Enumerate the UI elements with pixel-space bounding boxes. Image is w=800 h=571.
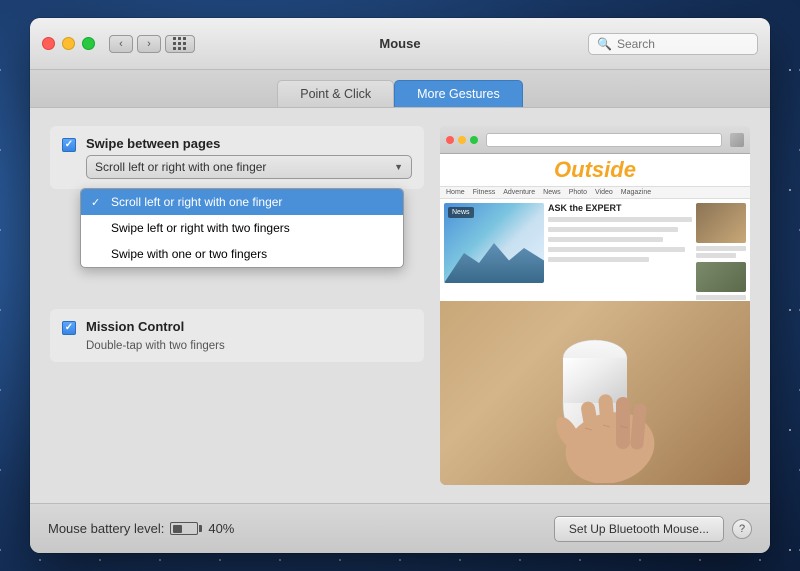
mag-header: Outside	[440, 154, 750, 187]
grid-button[interactable]	[165, 35, 195, 53]
mag-nav: Home Fitness Adventure News Photo Video …	[440, 187, 750, 199]
dropdown-option-1[interactable]: ✓ Scroll left or right with one finger	[81, 189, 403, 215]
bottom-buttons: Set Up Bluetooth Mouse... ?	[554, 516, 752, 542]
titlebar: ‹ › Mouse 🔍	[30, 18, 770, 70]
window-title: Mouse	[379, 36, 420, 51]
mag-title: Outside	[554, 157, 636, 183]
mag-body: News ASK the EXPERT	[440, 199, 750, 301]
content-area: ✓ Swipe between pages Scroll left or rig…	[30, 108, 770, 503]
zoom-button[interactable]	[82, 37, 95, 50]
browser-close	[446, 136, 454, 144]
text-line-2	[548, 227, 678, 232]
swipe-checkbox-wrapper: ✓	[62, 138, 76, 152]
setup-bluetooth-button[interactable]: Set Up Bluetooth Mouse...	[554, 516, 724, 542]
browser-content: Outside Home Fitness Adventure News Phot…	[440, 154, 750, 301]
swipe-row: ✓ Swipe between pages Scroll left or rig…	[62, 136, 412, 179]
bottom-bar: Mouse battery level: 40% Set Up Bluetoot…	[30, 503, 770, 553]
battery-group: Mouse battery level: 40%	[48, 521, 234, 536]
text-line-5	[548, 257, 649, 262]
swipe-section: ✓ Swipe between pages Scroll left or rig…	[50, 126, 424, 189]
battery-body	[170, 522, 198, 535]
sidebar-image-2	[696, 262, 746, 292]
browser-zoom	[470, 136, 478, 144]
mag-news-badge: News	[448, 207, 474, 218]
text-line-3	[548, 237, 663, 242]
nav-photo: Photo	[567, 189, 589, 196]
swipe-label-group: Swipe between pages Scroll left or right…	[86, 136, 412, 179]
search-input[interactable]	[617, 37, 749, 51]
checkbox-check-icon: ✓	[65, 140, 73, 150]
mission-subtitle: Double-tap with two fingers	[86, 340, 412, 352]
battery-label: Mouse battery level:	[48, 521, 164, 536]
forward-button[interactable]: ›	[137, 35, 161, 53]
mag-text-col: ASK the EXPERT	[548, 203, 692, 301]
sidebar-text-2	[696, 253, 736, 258]
browser-url-bar	[486, 133, 722, 147]
dropdown-option-2[interactable]: Swipe left or right with two fingers	[81, 215, 403, 241]
battery-tip	[199, 525, 202, 532]
browser-preview: Outside Home Fitness Adventure News Phot…	[440, 126, 750, 301]
browser-btn	[730, 133, 744, 147]
mission-label-group: Mission Control Double-tap with two fing…	[86, 319, 412, 352]
nav-video: Video	[593, 189, 615, 196]
browser-min	[458, 136, 466, 144]
dropdown-option-3[interactable]: Swipe with one or two fingers	[81, 241, 403, 267]
grid-icon	[173, 37, 187, 51]
tab-more-gestures[interactable]: More Gestures	[394, 80, 523, 107]
help-button[interactable]: ?	[732, 519, 752, 539]
battery-icon	[170, 522, 202, 535]
minimize-button[interactable]	[62, 37, 75, 50]
main-window: ‹ › Mouse 🔍 Point & Click More Gestures	[30, 18, 770, 553]
traffic-lights	[42, 37, 95, 50]
swipe-title: Swipe between pages	[86, 136, 412, 151]
mag-sidebar-col	[696, 203, 746, 301]
option-3-label: Swipe with one or two fingers	[111, 247, 267, 261]
mission-check-icon: ✓	[65, 323, 73, 333]
nav-buttons: ‹ ›	[109, 35, 161, 53]
swipe-checkbox[interactable]: ✓	[62, 138, 76, 152]
mag-hero-image: News	[444, 203, 544, 283]
text-line-1	[548, 217, 692, 222]
battery-fill	[173, 525, 182, 533]
mouse-image-area	[440, 301, 750, 485]
option-2-label: Swipe left or right with two fingers	[111, 221, 290, 235]
tabs-area: Point & Click More Gestures	[30, 70, 770, 108]
sidebar-text-3	[696, 295, 746, 300]
battery-percent: 40%	[208, 521, 234, 536]
mission-section: ✓ Mission Control Double-tap with two fi…	[50, 309, 424, 362]
mission-checkbox[interactable]: ✓	[62, 321, 76, 335]
browser-bar	[440, 126, 750, 154]
sidebar-image-1	[696, 203, 746, 243]
swipe-dropdown[interactable]: Scroll left or right with one finger ▼	[86, 155, 412, 179]
mission-row: ✓ Mission Control Double-tap with two fi…	[62, 319, 412, 352]
nav-home: Home	[444, 189, 467, 196]
nav-adventure: Adventure	[501, 189, 537, 196]
text-line-4	[548, 247, 685, 252]
search-bar[interactable]: 🔍	[588, 33, 758, 55]
mission-checkbox-wrapper: ✓	[62, 321, 76, 335]
mouse-container	[550, 328, 640, 458]
hand-svg	[550, 383, 670, 483]
mission-title: Mission Control	[86, 319, 412, 334]
search-icon: 🔍	[597, 37, 612, 51]
dropdown-selected-text: Scroll left or right with one finger	[95, 160, 266, 174]
sidebar-text-1	[696, 246, 746, 251]
nav-fitness: Fitness	[471, 189, 498, 196]
nav-news: News	[541, 189, 563, 196]
selected-check-icon: ✓	[91, 196, 103, 209]
close-button[interactable]	[42, 37, 55, 50]
dropdown-arrow-icon: ▼	[394, 162, 403, 172]
mountain-graphic	[444, 233, 544, 283]
back-button[interactable]: ‹	[109, 35, 133, 53]
mag-headline: ASK the EXPERT	[548, 203, 692, 214]
tab-point-click[interactable]: Point & Click	[277, 80, 394, 107]
swipe-dropdown-menu: ✓ Scroll left or right with one finger S…	[80, 188, 404, 268]
nav-magazine: Magazine	[619, 189, 653, 196]
left-panel: ✓ Swipe between pages Scroll left or rig…	[50, 126, 424, 485]
option-1-label: Scroll left or right with one finger	[111, 195, 282, 209]
right-panel: Outside Home Fitness Adventure News Phot…	[440, 126, 750, 485]
